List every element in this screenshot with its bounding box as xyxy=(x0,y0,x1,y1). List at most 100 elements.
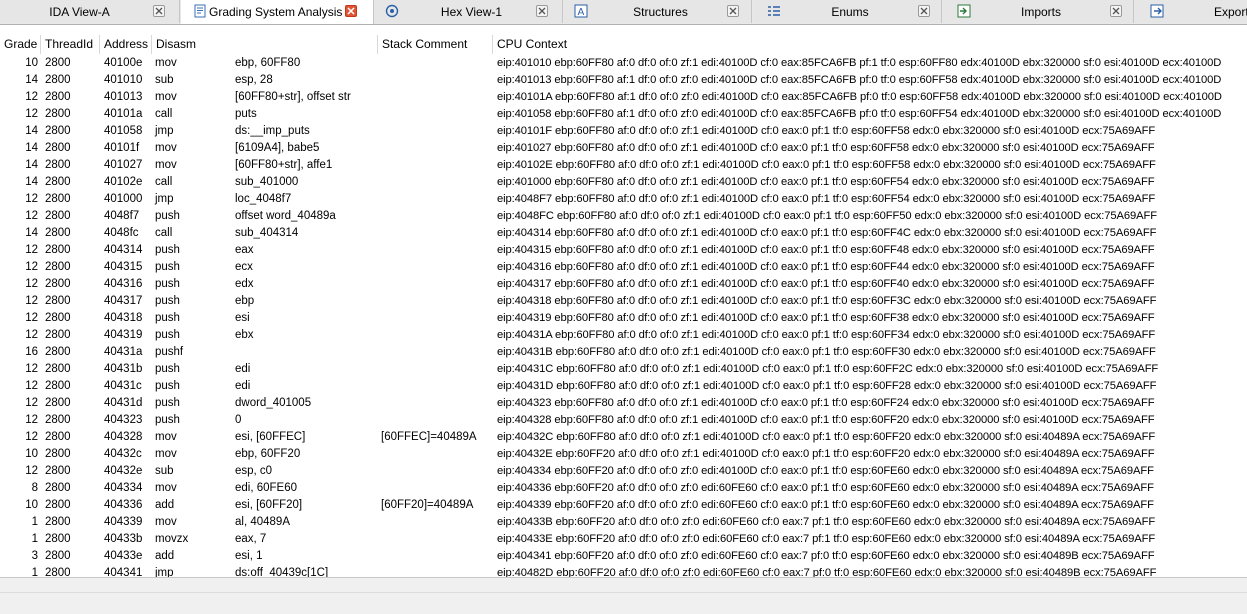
table-row[interactable]: 12 2800 404316 push edx eip:404317 ebp:60FF80… xyxy=(0,276,1247,293)
table-row[interactable]: 12 2800 401000 jmp loc_4048f7 eip:4048F7 ebp:… xyxy=(0,191,1247,208)
status-bar xyxy=(0,577,1247,614)
close-icon[interactable] xyxy=(727,5,739,17)
table-row[interactable]: 1 2800 404341 jmp ds:off_40439c[1C] eip:40482… xyxy=(0,565,1247,577)
table-row[interactable]: 10 2800 40432c mov ebp, 60FF20 eip:40432E ebp… xyxy=(0,446,1247,463)
cell-address: 40432c xyxy=(104,448,142,460)
table-row[interactable]: 3 2800 40433e add esi, 1 eip:404341 ebp:60FF2… xyxy=(0,548,1247,565)
cell-operands: ebp, 60FF80 xyxy=(235,57,301,69)
table-row[interactable]: 14 2800 4048fc call sub_404314 eip:404314 ebp… xyxy=(0,225,1247,242)
cell-address: 404341 xyxy=(104,567,143,577)
table-row[interactable]: 10 2800 404336 add esi, [60FF20] [60FF20]=404… xyxy=(0,497,1247,514)
table-row[interactable]: 14 2800 40102e call sub_401000 eip:401000 ebp… xyxy=(0,174,1247,191)
cell-cpu-context: eip:40431A ebp:60FF80 af:0 df:0 of:0 zf:… xyxy=(497,329,1156,341)
cell-grade: 14 xyxy=(25,159,38,171)
cell-operands: esi, 1 xyxy=(235,550,263,562)
cell-cpu-context: eip:4048FC ebp:60FF80 af:0 df:0 of:0 zf:… xyxy=(497,210,1157,222)
tab-grading-system-analysis[interactable]: Grading System Analysis xyxy=(181,0,374,24)
cell-address: 404314 xyxy=(104,244,143,256)
table-row[interactable]: 14 2800 401027 mov [60FF80+str], affe1 eip:40… xyxy=(0,157,1247,174)
cell-grade: 10 xyxy=(25,499,38,511)
column-header-threadid[interactable]: ThreadId xyxy=(41,35,100,54)
table-row[interactable]: 12 2800 401013 mov [60FF80+str], offset str e… xyxy=(0,89,1247,106)
tab-enums[interactable]: Enums xyxy=(753,0,942,23)
table-row[interactable]: 12 2800 4048f7 push offset word_40489a eip:40… xyxy=(0,208,1247,225)
close-icon[interactable] xyxy=(536,5,548,17)
cell-address: 404323 xyxy=(104,414,143,426)
cell-threadid: 2800 xyxy=(45,567,71,577)
table-row[interactable]: 14 2800 401058 jmp ds:__imp_puts eip:40101F e… xyxy=(0,123,1247,140)
cell-mnemonic: call xyxy=(155,227,173,239)
tab-hex-view-1[interactable]: Hex View-1 xyxy=(375,0,563,23)
cell-grade: 12 xyxy=(25,210,38,222)
cell-mnemonic: mov xyxy=(155,482,177,494)
table-row[interactable]: 12 2800 404323 push 0 eip:404328 ebp:60FF80 a… xyxy=(0,412,1247,429)
column-header-cpu-context[interactable]: CPU Context xyxy=(493,35,1247,54)
cell-mnemonic: call xyxy=(155,108,173,120)
cell-threadid: 2800 xyxy=(45,533,71,545)
table-row[interactable]: 12 2800 40101a call puts eip:401058 ebp:60FF8… xyxy=(0,106,1247,123)
table-body: 10 2800 40100e mov ebp, 60FF80 eip:401010 ebp… xyxy=(0,55,1247,577)
tab-ida-view-a[interactable]: IDA View-A xyxy=(0,0,180,23)
cell-address: 401010 xyxy=(104,74,143,86)
cell-operands: esi xyxy=(235,312,250,324)
cell-mnemonic: sub xyxy=(155,465,174,477)
table-row[interactable]: 8 2800 404334 mov edi, 60FE60 eip:404336 ebp:… xyxy=(0,480,1247,497)
table-row[interactable]: 12 2800 40431c push edi eip:40431D ebp:60FF80… xyxy=(0,378,1247,395)
cell-mnemonic: push xyxy=(155,414,180,426)
close-icon[interactable] xyxy=(345,5,357,17)
table-row[interactable]: 16 2800 40431a pushf eip:40431B ebp:60FF80 a… xyxy=(0,344,1247,361)
cell-threadid: 2800 xyxy=(45,312,71,324)
table-header: Grade ThreadId Address Disasm Stack Comm… xyxy=(0,35,1247,54)
close-icon[interactable] xyxy=(153,5,165,17)
cell-cpu-context: eip:40431B ebp:60FF80 af:0 df:0 of:0 zf:… xyxy=(497,346,1156,358)
table-row[interactable]: 14 2800 40101f mov [6109A4], babe5 eip:401027… xyxy=(0,140,1247,157)
table-row[interactable]: 10 2800 40100e mov ebp, 60FF80 eip:401010 ebp… xyxy=(0,55,1247,72)
cell-address: 404334 xyxy=(104,482,143,494)
cell-mnemonic: add xyxy=(155,550,175,562)
column-header-grade[interactable]: Grade xyxy=(0,35,41,54)
cell-address: 40433e xyxy=(104,550,143,562)
table-row[interactable]: 12 2800 40432e sub esp, c0 eip:404334 ebp:60F… xyxy=(0,463,1247,480)
cell-operands: eax, 7 xyxy=(235,533,267,545)
cell-operands: [6109A4], babe5 xyxy=(235,142,320,154)
cell-cpu-context: eip:40432C ebp:60FF80 af:0 df:0 of:0 zf:… xyxy=(497,431,1156,443)
column-header-address[interactable]: Address xyxy=(100,35,152,54)
cell-grade: 14 xyxy=(25,125,38,137)
table-row[interactable]: 1 2800 40433b movzx eax, 7 eip:40433E ebp:60F… xyxy=(0,531,1247,548)
column-header-disasm[interactable]: Disasm xyxy=(152,35,378,54)
column-header-stack-comment[interactable]: Stack Comment xyxy=(378,35,493,54)
table-row[interactable]: 12 2800 404319 push ebx eip:40431A ebp:60FF80… xyxy=(0,327,1247,344)
table-row[interactable]: 12 2800 404317 push ebp eip:404318 ebp:60FF80… xyxy=(0,293,1247,310)
table-row[interactable]: 12 2800 404314 push eax eip:404315 ebp:60FF80… xyxy=(0,242,1247,259)
table-row[interactable]: 1 2800 404339 mov al, 40489A eip:40433B ebp:6… xyxy=(0,514,1247,531)
tab-exports[interactable]: Export xyxy=(1135,0,1247,23)
cell-address: 40101a xyxy=(104,108,143,120)
cell-operands: ds:off_40439c[1C] xyxy=(235,567,329,577)
tab-structures[interactable]: A Structures xyxy=(564,0,752,23)
tab-imports[interactable]: Imports xyxy=(943,0,1134,23)
cell-mnemonic: mov xyxy=(155,142,177,154)
table-row[interactable]: 12 2800 40431b push edi eip:40431C ebp:60FF80… xyxy=(0,361,1247,378)
tab-label: Imports xyxy=(1020,5,1061,19)
table-row[interactable]: 12 2800 40431d push dword_401005 eip:404323 e… xyxy=(0,395,1247,412)
table-row[interactable]: 12 2800 404328 mov esi, [60FFEC] [60FFEC]=404… xyxy=(0,429,1247,446)
cell-cpu-context: eip:40102E ebp:60FF80 af:0 df:0 of:0 zf:… xyxy=(497,159,1156,171)
cell-address: 40432e xyxy=(104,465,143,477)
cell-cpu-context: eip:401010 ebp:60FF80 af:0 df:0 of:0 zf:… xyxy=(497,57,1222,69)
close-icon[interactable] xyxy=(1110,5,1122,17)
table-row[interactable]: 14 2800 401010 sub esp, 28 eip:401013 ebp:60F… xyxy=(0,72,1247,89)
cell-mnemonic: mov xyxy=(155,516,177,528)
cell-address: 40433b xyxy=(104,533,143,545)
cell-operands: esi, [60FFEC] xyxy=(235,431,306,443)
table-row[interactable]: 12 2800 404315 push ecx eip:404316 ebp:60FF80… xyxy=(0,259,1247,276)
table-row[interactable]: 12 2800 404318 push esi eip:404319 ebp:60FF80… xyxy=(0,310,1247,327)
cell-mnemonic: jmp xyxy=(155,193,174,205)
cell-threadid: 2800 xyxy=(45,550,71,562)
cell-operands: edi xyxy=(235,380,251,392)
cell-cpu-context: eip:404315 ebp:60FF80 af:0 df:0 of:0 zf:… xyxy=(497,244,1155,256)
cell-address: 404328 xyxy=(104,431,143,443)
close-icon[interactable] xyxy=(918,5,930,17)
cell-address: 40100e xyxy=(104,57,143,69)
cell-mnemonic: push xyxy=(155,244,180,256)
cell-mnemonic: jmp xyxy=(155,567,174,577)
